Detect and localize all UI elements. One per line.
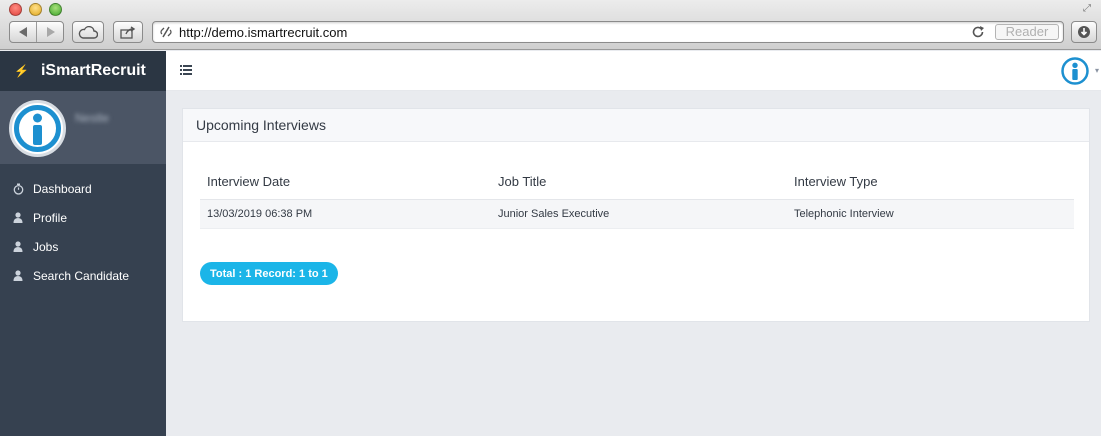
- reader-button[interactable]: Reader: [995, 24, 1059, 40]
- sidebar-menu: Dashboard Profile Jobs Search Candidate: [0, 174, 166, 290]
- close-window-button[interactable]: [9, 3, 22, 16]
- bolt-icon: ⚡: [14, 64, 29, 78]
- downloads-button[interactable]: [1071, 21, 1097, 43]
- fullscreen-icon[interactable]: ⤢: [1083, 3, 1095, 15]
- zoom-window-button[interactable]: [49, 3, 62, 16]
- table-row[interactable]: 13/03/2019 06:38 PM Junior Sales Executi…: [200, 199, 1074, 229]
- forward-arrow-icon: [46, 27, 55, 37]
- brand-header: ⚡ iSmartRecruit: [0, 51, 166, 91]
- job-title-cell: Junior Sales Executive: [491, 199, 787, 229]
- column-header-interview-date[interactable]: Interview Date: [200, 165, 491, 200]
- top-header: ▾: [166, 51, 1101, 91]
- share-icon: [120, 25, 136, 39]
- panel-title: Upcoming Interviews: [196, 117, 326, 133]
- minimize-window-button[interactable]: [29, 3, 42, 16]
- sidebar-item-jobs[interactable]: Jobs: [0, 232, 166, 261]
- sidebar-item-search-candidate[interactable]: Search Candidate: [0, 261, 166, 290]
- back-button[interactable]: [10, 22, 36, 42]
- download-icon: [1078, 26, 1090, 38]
- stopwatch-icon: [12, 183, 24, 195]
- brand-name[interactable]: iSmartRecruit: [41, 62, 146, 80]
- table-header-row: Interview Date Job Title Interview Type: [200, 165, 1074, 200]
- address-bar[interactable]: http://demo.ismartrecruit.com Reader: [152, 21, 1064, 43]
- sidebar-item-label: Search Candidate: [33, 268, 130, 283]
- browser-toolbar: ⤢ http://demo.ismartrecruit.com Reader: [0, 0, 1101, 50]
- interview-type-cell: Telephonic Interview: [787, 199, 1074, 229]
- user-menu-logo-icon[interactable]: [1061, 57, 1089, 85]
- sidebar-item-label: Jobs: [33, 239, 59, 254]
- sidebar-item-dashboard[interactable]: Dashboard: [0, 174, 166, 203]
- menu-toggle-icon[interactable]: [180, 65, 192, 75]
- column-header-interview-type[interactable]: Interview Type: [787, 165, 1074, 200]
- user-icon: [12, 212, 24, 224]
- interview-date-cell: 13/03/2019 06:38 PM: [200, 199, 491, 229]
- icloud-tabs-button[interactable]: [72, 21, 104, 43]
- cloud-icon: [78, 25, 98, 39]
- company-profile: Nestle: [0, 91, 166, 164]
- back-arrow-icon: [18, 27, 27, 37]
- site-link-icon: [160, 26, 172, 38]
- user-icon: [12, 241, 24, 253]
- sidebar-item-profile[interactable]: Profile: [0, 203, 166, 232]
- sidebar-item-label: Profile: [33, 210, 68, 225]
- forward-button[interactable]: [36, 22, 63, 42]
- total-records-badge: Total : 1 Record: 1 to 1: [200, 262, 338, 285]
- info-logo-icon: [14, 105, 61, 152]
- url-text[interactable]: http://demo.ismartrecruit.com: [179, 25, 347, 40]
- back-forward-buttons: [9, 21, 64, 43]
- interviews-table: Interview Date Job Title Interview Type …: [200, 165, 1074, 229]
- share-button[interactable]: [113, 21, 143, 43]
- chevron-down-icon[interactable]: ▾: [1095, 66, 1099, 75]
- sidebar: ⚡ iSmartRecruit Nestle Dashboard Profile: [0, 51, 166, 436]
- column-header-job-title[interactable]: Job Title: [491, 165, 787, 200]
- window-controls: [9, 3, 62, 16]
- upcoming-interviews-panel: Upcoming Interviews Interview Date Job T…: [182, 108, 1090, 322]
- panel-header: Upcoming Interviews: [183, 109, 1089, 142]
- company-avatar[interactable]: [9, 100, 66, 157]
- company-name: Nestle: [75, 111, 110, 125]
- reload-icon[interactable]: [971, 25, 985, 39]
- sidebar-item-label: Dashboard: [33, 181, 92, 196]
- user-icon: [12, 270, 24, 282]
